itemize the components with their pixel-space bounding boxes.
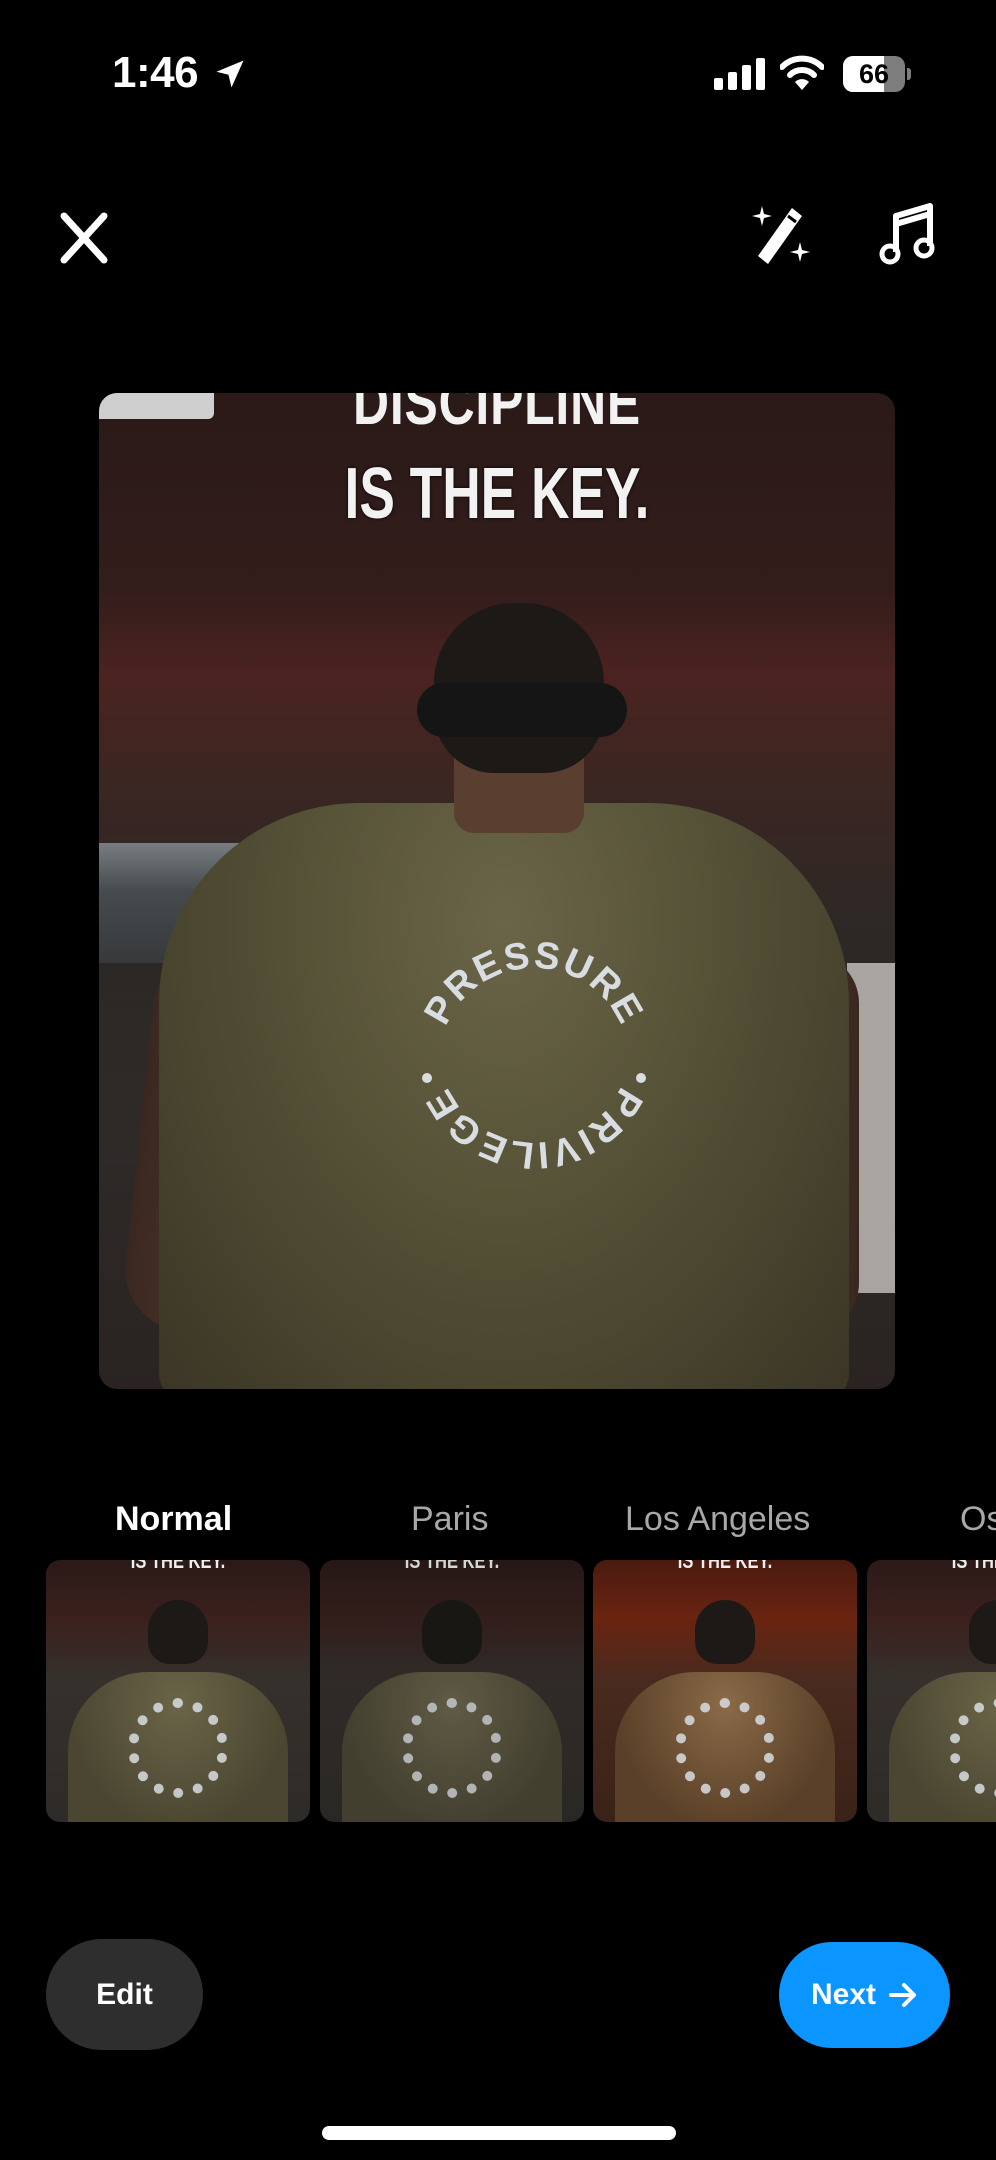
shirt-logo: PRESSURE PRIVILEGE [417, 938, 652, 1176]
filter-thumb-paris[interactable]: IS THE KEY. [320, 1560, 584, 1822]
filter-label-paris[interactable]: Paris [411, 1500, 488, 1539]
next-button[interactable]: Next [779, 1942, 950, 2048]
thumb-head [422, 1600, 482, 1664]
filter-thumb-oslo[interactable]: IS THE KEY. [867, 1560, 996, 1822]
photo-preview[interactable]: DISCIPLINE IS THE KEY. PRESSURE PRIVILEG… [99, 393, 895, 1389]
thumb-caption: IS THE KEY. [677, 1560, 773, 1573]
close-icon [60, 212, 108, 264]
close-button[interactable] [52, 206, 116, 270]
filter-thumb-normal[interactable]: IS THE KEY. [46, 1560, 310, 1822]
shirt-text-bottom: PRIVILEGE [418, 1081, 648, 1176]
arrow-right-icon [889, 1983, 917, 2007]
person-headphones [417, 683, 627, 737]
svg-text:PRESSURE: PRESSURE [417, 938, 652, 1032]
thumb-head [969, 1600, 996, 1664]
thumb-head [148, 1600, 208, 1664]
auto-enhance-button[interactable] [748, 202, 814, 268]
photo-caption-line-1: DISCIPLINE [353, 393, 641, 438]
next-button-label: Next [810, 1978, 877, 2011]
battery-indicator: 66 [843, 56, 911, 92]
filter-label-oslo[interactable]: Oslo [960, 1500, 996, 1539]
add-music-button[interactable] [876, 202, 942, 268]
thumb-head [695, 1600, 755, 1664]
svg-text:PRIVILEGE: PRIVILEGE [418, 1081, 650, 1176]
status-time: 1:46 [112, 48, 199, 97]
filter-thumb-los-angeles[interactable]: IS THE KEY. [593, 1560, 857, 1822]
location-arrow-icon [216, 60, 244, 88]
battery-percent: 66 [858, 59, 890, 89]
edit-button[interactable]: Edit [46, 1939, 203, 2050]
thumb-caption: IS THE KEY. [130, 1560, 226, 1573]
magic-wand-icon [752, 206, 810, 264]
edit-button-label: Edit [96, 1977, 153, 2011]
thumb-caption: IS THE KEY. [404, 1560, 500, 1573]
cellular-signal-icon [714, 58, 765, 90]
thumb-logo [128, 1698, 228, 1798]
filter-label-los-angeles[interactable]: Los Angeles [625, 1500, 810, 1539]
photo-caption-line-2: IS THE KEY. [344, 454, 650, 534]
filter-label-normal[interactable]: Normal [115, 1500, 232, 1539]
shirt-text-top: PRESSURE [417, 938, 650, 1032]
thumb-caption: IS THE KEY. [951, 1560, 996, 1573]
music-note-icon [879, 203, 935, 265]
wifi-icon [780, 55, 824, 90]
thumb-logo [675, 1698, 775, 1798]
thumb-logo [402, 1698, 502, 1798]
home-indicator[interactable] [322, 2126, 676, 2140]
